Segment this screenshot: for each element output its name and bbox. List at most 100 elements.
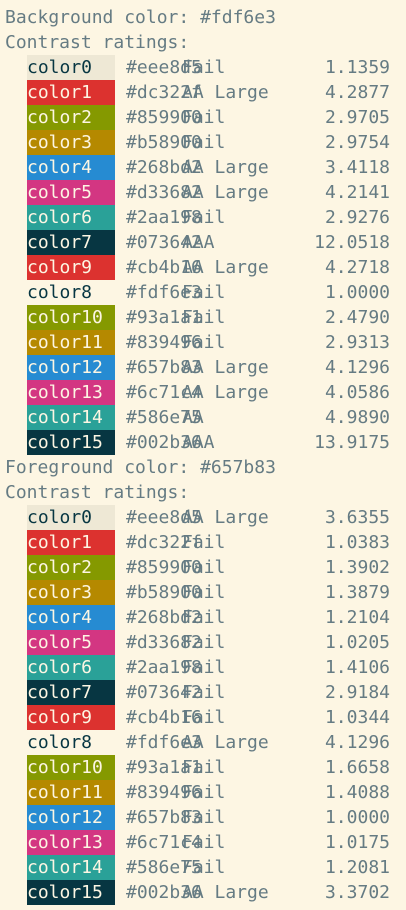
contrast-rating: Fail — [182, 857, 226, 878]
color-row: color9 #cb4b16 AA Large 4.2718 — [27, 255, 406, 280]
contrast-ratio: 4.0586 — [324, 382, 390, 403]
color-row: color11 #839496 Fail 1.4088 — [27, 780, 406, 805]
contrast-rating: AA Large — [182, 157, 269, 178]
color-swatch: color8 — [27, 280, 115, 305]
color-row: color8 #fdf6e3 AA Large 4.1296 — [27, 730, 406, 755]
color-swatch: color6 — [27, 655, 115, 680]
color-row: color6 #2aa198 Fail 1.4106 — [27, 655, 406, 680]
contrast-ratio: 1.0000 — [324, 807, 390, 828]
contrast-ratio: 3.4118 — [324, 157, 390, 178]
contrast-ratio: 1.4088 — [324, 782, 390, 803]
contrast-rating: AA — [182, 407, 204, 428]
color-row: color11 #839496 Fail 2.9313 — [27, 330, 406, 355]
color-swatch: color10 — [27, 305, 115, 330]
color-row: color13 #6c71c4 AA Large 4.0586 — [27, 380, 406, 405]
color-swatch: color11 — [27, 780, 115, 805]
ratings-label: Contrast ratings: — [5, 482, 190, 503]
contrast-rating: Fail — [182, 807, 226, 828]
contrast-rating: AAA — [182, 432, 215, 453]
color-swatch: color14 — [27, 855, 115, 880]
color-swatch: color11 — [27, 330, 115, 355]
color-swatch: color4 — [27, 155, 115, 180]
contrast-rating: Fail — [182, 107, 226, 128]
color-row: color4 #268bd2 Fail 1.2104 — [27, 605, 406, 630]
color-swatch: color15 — [27, 880, 115, 905]
contrast-ratio: 3.3702 — [324, 882, 390, 903]
color-swatch: color12 — [27, 355, 115, 380]
contrast-ratio: 3.6355 — [324, 507, 390, 528]
contrast-rating: Fail — [182, 707, 226, 728]
color-swatch: color1 — [27, 530, 115, 555]
section-title: Foreground color: #657b83 — [5, 457, 276, 478]
contrast-ratio: 2.9184 — [324, 682, 390, 703]
contrast-rating: AA Large — [182, 882, 269, 903]
contrast-rating: Fail — [182, 832, 226, 853]
color-swatch: color4 — [27, 605, 115, 630]
color-swatch: color6 — [27, 205, 115, 230]
color-swatch: color9 — [27, 705, 115, 730]
contrast-rating: AA Large — [182, 182, 269, 203]
contrast-rating: Fail — [182, 307, 226, 328]
color-swatch: color7 — [27, 680, 115, 705]
contrast-rating: Fail — [182, 782, 226, 803]
color-row: color9 #cb4b16 Fail 1.0344 — [27, 705, 406, 730]
color-swatch: color0 — [27, 505, 115, 530]
color-row: color14 #586e75 Fail 1.2081 — [27, 855, 406, 880]
contrast-ratio: 1.2081 — [324, 857, 390, 878]
contrast-rating: Fail — [182, 532, 226, 553]
contrast-ratio: 1.4106 — [324, 657, 390, 678]
contrast-ratio: 2.4790 — [324, 307, 390, 328]
contrast-rating: AA Large — [182, 732, 269, 753]
contrast-ratio: 1.0000 — [324, 282, 390, 303]
ratings-label: Contrast ratings: — [5, 32, 190, 53]
contrast-rating: AA Large — [182, 382, 269, 403]
contrast-rating: Fail — [182, 57, 226, 78]
color-swatch: color13 — [27, 830, 115, 855]
color-row: color3 #b58900 Fail 2.9754 — [27, 130, 406, 155]
contrast-rating: AA Large — [182, 357, 269, 378]
color-row: color12 #657b83 Fail 1.0000 — [27, 805, 406, 830]
contrast-rating: Fail — [182, 657, 226, 678]
contrast-ratio: 4.1296 — [324, 357, 390, 378]
color-row: color1 #dc322f Fail 1.0383 — [27, 530, 406, 555]
contrast-ratio: 2.9705 — [324, 107, 390, 128]
color-swatch: color2 — [27, 555, 115, 580]
contrast-rating: Fail — [182, 282, 226, 303]
color-row: color2 #859900 Fail 1.3902 — [27, 555, 406, 580]
contrast-rating: Fail — [182, 207, 226, 228]
contrast-ratio: 1.0344 — [324, 707, 390, 728]
contrast-rating: AAA — [182, 232, 215, 253]
contrast-rating: AA Large — [182, 82, 269, 103]
color-swatch: color1 — [27, 80, 115, 105]
contrast-ratio: 1.3902 — [324, 557, 390, 578]
color-row: color0 #eee8d5 Fail 1.1359 — [27, 55, 406, 80]
color-row: color15 #002b36 AA Large 3.3702 — [27, 880, 406, 905]
color-row: color4 #268bd2 AA Large 3.4118 — [27, 155, 406, 180]
contrast-ratio: 4.9890 — [324, 407, 390, 428]
color-swatch: color3 — [27, 580, 115, 605]
contrast-ratio: 1.2104 — [324, 607, 390, 628]
color-swatch: color9 — [27, 255, 115, 280]
color-swatch: color3 — [27, 130, 115, 155]
contrast-rating: Fail — [182, 757, 226, 778]
contrast-rating: Fail — [182, 332, 226, 353]
color-swatch: color2 — [27, 105, 115, 130]
contrast-ratio: 4.2141 — [324, 182, 390, 203]
color-swatch: color0 — [27, 55, 115, 80]
color-swatch: color14 — [27, 405, 115, 430]
contrast-ratio: 1.6658 — [324, 757, 390, 778]
color-row: color12 #657b83 AA Large 4.1296 — [27, 355, 406, 380]
color-row: color14 #586e75 AA 4.9890 — [27, 405, 406, 430]
color-row: color13 #6c71c4 Fail 1.0175 — [27, 830, 406, 855]
color-row: color7 #073642 Fail 2.9184 — [27, 680, 406, 705]
color-swatch: color5 — [27, 180, 115, 205]
contrast-ratio: 1.0383 — [324, 532, 390, 553]
color-row: color7 #073642 AAA 12.0518 — [27, 230, 406, 255]
contrast-ratio: 4.2877 — [324, 82, 390, 103]
contrast-ratio: 4.1296 — [324, 732, 390, 753]
color-row: color2 #859900 Fail 2.9705 — [27, 105, 406, 130]
color-row: color3 #b58900 Fail 1.3879 — [27, 580, 406, 605]
contrast-ratio: 2.9313 — [324, 332, 390, 353]
color-swatch: color15 — [27, 430, 115, 455]
color-swatch: color5 — [27, 630, 115, 655]
